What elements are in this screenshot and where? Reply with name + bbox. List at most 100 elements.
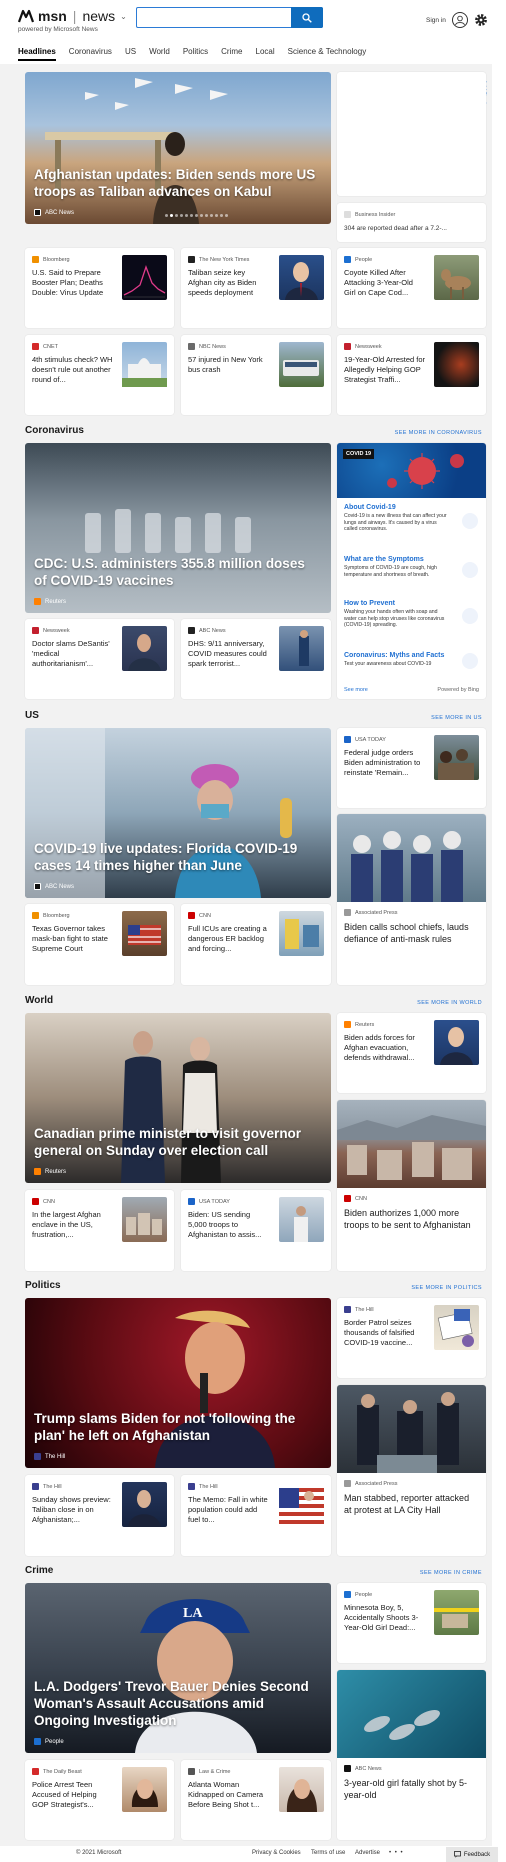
- card-title[interactable]: Texas Governor takes mask-ban fight to s…: [32, 924, 114, 953]
- terms-link[interactable]: Terms of use: [311, 1850, 345, 1856]
- card-title[interactable]: Taliban seize key Afghan city as Biden s…: [188, 268, 270, 297]
- nav-tab-world[interactable]: World: [149, 47, 170, 61]
- card-title[interactable]: 19-Year-Old Arrested for Allegedly Helpi…: [344, 355, 426, 384]
- search-box[interactable]: [136, 7, 323, 28]
- avatar-icon[interactable]: [452, 12, 468, 28]
- card-title[interactable]: 57 injured in New York bus crash: [188, 355, 270, 375]
- gear-icon[interactable]: [474, 13, 488, 27]
- privacy-link[interactable]: Privacy & Cookies: [252, 1850, 301, 1856]
- story-card[interactable]: People Minnesota Boy, 5, Accidentally Sh…: [337, 1583, 486, 1663]
- see-more-us-link[interactable]: SEE MORE IN US: [431, 715, 482, 721]
- story-card[interactable]: Associated Press Man stabbed, reporter a…: [337, 1385, 486, 1556]
- hero-title[interactable]: L.A. Dodgers' Trevor Bauer Denies Second…: [34, 1678, 319, 1729]
- more-icon[interactable]: • • •: [389, 1850, 404, 1856]
- search-button[interactable]: [291, 7, 323, 28]
- covid-section-myths[interactable]: Coronavirus: Myths and Facts Test your aw…: [344, 652, 450, 668]
- hero-title[interactable]: Trump slams Biden for not 'following the…: [34, 1410, 319, 1444]
- card-title[interactable]: Border Patrol seizes thousands of falsif…: [344, 1318, 426, 1347]
- card-title[interactable]: Coyote Killed After Attacking 3-Year-Old…: [344, 268, 426, 297]
- hero-story[interactable]: Trump slams Biden for not 'following the…: [25, 1298, 331, 1468]
- advertise-link[interactable]: Advertise: [355, 1850, 380, 1856]
- story-card[interactable]: Business Insider 304 are reported dead a…: [337, 203, 486, 242]
- story-card[interactable]: CNN Full ICUs are creating a dangerous E…: [181, 904, 331, 985]
- card-title[interactable]: Doctor slams DeSantis' 'medical authorit…: [32, 639, 114, 668]
- story-card[interactable]: CNN Biden authorizes 1,000 more troops t…: [337, 1100, 486, 1271]
- hero-story[interactable]: LA L.A. Dodgers' Trevor Bauer Denies Sec…: [25, 1583, 331, 1753]
- story-card[interactable]: Newsweek 19-Year-Old Arrested for Allege…: [337, 335, 486, 415]
- nav-tab-science-technology[interactable]: Science & Technology: [288, 47, 367, 61]
- nav-tab-politics[interactable]: Politics: [183, 47, 208, 61]
- nav-tab-crime[interactable]: Crime: [221, 47, 242, 61]
- card-title[interactable]: Atlanta Woman Kidnapped on Camera Before…: [188, 1780, 270, 1809]
- story-card[interactable]: CNN In the largest Afghan enclave in the…: [25, 1190, 174, 1271]
- card-title[interactable]: Federal judge orders Biden administratio…: [344, 748, 426, 777]
- card-title[interactable]: Police Arrest Teen Accused of Helping GO…: [32, 1780, 114, 1809]
- story-card[interactable]: ABC News DHS: 9/11 anniversary, COVID me…: [181, 619, 331, 699]
- story-card[interactable]: Law & Crime Atlanta Woman Kidnapped on C…: [181, 1760, 331, 1840]
- card-title[interactable]: Man stabbed, reporter attacked at protes…: [344, 1492, 474, 1516]
- card-title[interactable]: Biden calls school chiefs, lauds defianc…: [344, 921, 474, 945]
- story-card[interactable]: Associated Press Biden calls school chie…: [337, 814, 486, 985]
- hero-title[interactable]: CDC: U.S. administers 355.8 million dose…: [34, 555, 319, 589]
- hero-story[interactable]: Canadian prime minister to visit governo…: [25, 1013, 331, 1183]
- hero-title[interactable]: Canadian prime minister to visit governo…: [34, 1125, 319, 1159]
- story-card[interactable]: Newsweek Doctor slams DeSantis' 'medical…: [25, 619, 174, 699]
- covid-see-more-link[interactable]: See more: [344, 687, 368, 693]
- card-title[interactable]: Minnesota Boy, 5, Accidentally Shoots 3-…: [344, 1603, 426, 1632]
- story-card[interactable]: Bloomberg U.S. Said to Prepare Booster P…: [25, 248, 174, 328]
- card-title[interactable]: Full ICUs are creating a dangerous ER ba…: [188, 924, 270, 953]
- story-card[interactable]: Bloomberg Texas Governor takes mask-ban …: [25, 904, 174, 985]
- msn-logo[interactable]: msn | news ⌄: [18, 8, 127, 24]
- nav-tab-coronavirus[interactable]: Coronavirus: [69, 47, 112, 61]
- story-card[interactable]: ABC News 3-year-old girl fatally shot by…: [337, 1670, 486, 1840]
- hero-title[interactable]: COVID-19 live updates: Florida COVID-19 …: [34, 840, 319, 874]
- sign-in-link[interactable]: Sign in: [426, 17, 446, 24]
- nav-tab-local[interactable]: Local: [256, 47, 275, 61]
- story-card[interactable]: The Hill Sunday shows preview: Taliban c…: [25, 1475, 174, 1556]
- story-card[interactable]: The Hill Border Patrol seizes thousands …: [337, 1298, 486, 1378]
- chevron-down-icon[interactable]: ⌄: [120, 12, 127, 21]
- section-name[interactable]: news: [82, 8, 115, 24]
- covid-section-about[interactable]: About Covid-19 Covid-19 is a new illness …: [344, 504, 450, 533]
- card-title[interactable]: 3-year-old girl fatally shot by 5-year-o…: [344, 1777, 474, 1801]
- story-card[interactable]: People Coyote Killed After Attacking 3-Y…: [337, 248, 486, 328]
- see-more-crime-link[interactable]: SEE MORE IN CRIME: [420, 1570, 482, 1576]
- card-title[interactable]: The Memo: Fall in white population could…: [188, 1495, 270, 1524]
- card-title[interactable]: In the largest Afghan enclave in the US,…: [32, 1210, 114, 1239]
- nav-tab-headlines[interactable]: Headlines: [18, 47, 56, 61]
- see-more-world-link[interactable]: SEE MORE IN WORLD: [417, 1000, 482, 1006]
- story-card[interactable]: The New York Times Taliban seize key Afg…: [181, 248, 331, 328]
- card-title[interactable]: DHS: 9/11 anniversary, COVID measures co…: [188, 639, 270, 668]
- section-heading-world[interactable]: World: [25, 995, 53, 1006]
- section-heading-us[interactable]: US: [25, 710, 39, 721]
- section-heading-coronavirus[interactable]: Coronavirus: [25, 425, 84, 436]
- story-card[interactable]: The Hill The Memo: Fall in white populat…: [181, 1475, 331, 1556]
- carousel-dots[interactable]: [165, 214, 228, 217]
- covid-section-symptoms[interactable]: What are the Symptoms Symptoms of COVID-1…: [344, 556, 450, 578]
- card-title[interactable]: Sunday shows preview: Taliban close in o…: [32, 1495, 114, 1524]
- search-input[interactable]: [140, 10, 288, 25]
- hero-title[interactable]: Afghanistan updates: Biden sends more US…: [34, 166, 319, 200]
- story-card[interactable]: NBC News 57 injured in New York bus cras…: [181, 335, 331, 415]
- see-more-politics-link[interactable]: SEE MORE IN POLITICS: [411, 1285, 482, 1291]
- hero-story[interactable]: COVID-19 live updates: Florida COVID-19 …: [25, 728, 331, 898]
- story-card[interactable]: USA TODAY Federal judge orders Biden adm…: [337, 728, 486, 808]
- story-card[interactable]: USA TODAY Biden: US sending 5,000 troops…: [181, 1190, 331, 1271]
- section-heading-crime[interactable]: Crime: [25, 1565, 53, 1576]
- story-card[interactable]: Reuters Biden adds forces for Afghan eva…: [337, 1013, 486, 1093]
- card-title[interactable]: U.S. Said to Prepare Booster Plan; Death…: [32, 268, 110, 297]
- story-card[interactable]: The Daily Beast Police Arrest Teen Accus…: [25, 1760, 174, 1840]
- see-more-coronavirus-link[interactable]: SEE MORE IN CORONAVIRUS: [395, 430, 482, 436]
- card-title[interactable]: Biden: US sending 5,000 troops to Afghan…: [188, 1210, 270, 1239]
- card-title[interactable]: 304 are reported dead after a 7.2-...: [344, 225, 447, 232]
- hero-story[interactable]: Afghanistan updates: Biden sends more US…: [25, 72, 331, 224]
- story-card[interactable]: CNET 4th stimulus check? WH doesn't rule…: [25, 335, 174, 415]
- card-title[interactable]: 4th stimulus check? WH doesn't rule out …: [32, 355, 114, 384]
- feedback-button[interactable]: Feedback: [446, 1847, 498, 1862]
- card-title[interactable]: Biden adds forces for Afghan evacuation,…: [344, 1033, 426, 1062]
- covid-section-prevent[interactable]: How to Prevent Washing your hands often w…: [344, 600, 450, 629]
- hero-story[interactable]: CDC: U.S. administers 355.8 million dose…: [25, 443, 331, 613]
- card-title[interactable]: Biden authorizes 1,000 more troops to be…: [344, 1207, 474, 1231]
- nav-tab-us[interactable]: US: [125, 47, 136, 61]
- section-heading-politics[interactable]: Politics: [25, 1280, 61, 1291]
